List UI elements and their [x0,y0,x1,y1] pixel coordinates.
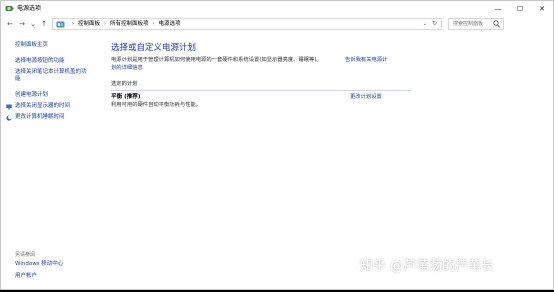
address-bar[interactable]: › 控制面板 › 所有控制面板项 › 电源选项 ⌄ ↻ [52,18,442,30]
title-bar: 电源选项 — ☐ ✕ [1,1,553,16]
search-icon[interactable] [493,20,500,28]
breadcrumb-separator: › [72,21,74,27]
sidebar-item-lid-close-cont[interactable]: 能 [15,76,21,83]
window-controls: — ☐ ✕ [487,1,553,16]
maximize-button[interactable]: ☐ [509,1,531,16]
sidebar-item-control-panel-home[interactable]: 控制面板主页 [15,42,48,49]
breadcrumb: › 控制面板 › 所有控制面板项 › 电源选项 [68,19,181,29]
address-dropdown-icon[interactable]: ⌄ [423,19,427,29]
breadcrumb-separator: › [104,21,107,27]
up-arrow-icon[interactable]: ↑ [39,19,49,29]
vertical-scrollbar[interactable] [513,31,521,289]
display-settings-icon [6,104,12,110]
plan-description: 利用可用的硬件自动平衡功耗与性能。 [111,102,202,108]
selected-plan-label: 选定的计划 [111,81,138,87]
navigation-bar: ← → ⌄ ↑ › 控制面板 › 所有控制面板项 › 电源选项 ⌄ ↻ 搜索控制… [1,17,553,31]
left-nav-panel: 控制面板主页 选择电源按钮的功能 选择关闭笔记本计算机盖的功 能 创建电源计划 … [1,31,101,289]
change-plan-settings-link[interactable]: 更改计划设置 [350,94,382,101]
learn-more-link-cont[interactable]: 划的详细信息 [111,65,143,72]
breadcrumb-all-items[interactable]: 所有控制面板项 [110,19,149,29]
close-button[interactable]: ✕ [531,1,553,16]
breadcrumb-separator: › [152,21,155,27]
minimize-button[interactable]: — [487,1,509,16]
sleep-settings-icon [6,115,12,121]
main-content: 选择或自定义电源计划 电源计划是用于管理计算机如何使用电源的一套硬件和系统设置(… [111,31,511,231]
window-title: 电源选项 [17,5,42,12]
search-placeholder: 搜索控制面板 [453,21,484,27]
sidebar-item-lid-close[interactable]: 选择关闭笔记本计算机盖的功 [15,69,87,76]
sidebar-item-power-button[interactable]: 选择电源按钮的功能 [15,58,65,65]
see-also-label: 另请参阅 [15,252,36,258]
search-input[interactable]: 搜索控制面板 [448,18,504,30]
sidebar-item-user-accounts[interactable]: 用户帐户 [15,273,37,280]
refresh-icon[interactable]: ↻ [432,19,437,29]
power-options-app-icon [5,6,14,11]
recent-locations-dropdown-icon[interactable]: ⌄ [28,19,38,29]
forward-arrow-icon[interactable]: → [17,19,27,29]
plan-name-balanced[interactable]: 平衡 (推荐) [111,94,140,101]
learn-more-link[interactable]: 告诉我有关电源计 [345,57,387,64]
sidebar-item-sleep-time[interactable]: 更改计算机睡眠时间 [15,114,65,121]
watermark: 知乎 @芦苇荡的芦苇长 [360,259,495,274]
sidebar-item-display-off[interactable]: 选择关闭显示器的时间 [15,103,70,110]
breadcrumb-power-options[interactable]: 电源选项 [159,19,181,29]
breadcrumb-control-panel[interactable]: 控制面板 [78,19,100,29]
sidebar-item-create-plan[interactable]: 创建电源计划 [15,92,48,99]
sidebar-item-windows-mobility-center[interactable]: Windows 移动中心 [15,261,63,268]
control-panel-icon [56,21,65,28]
section-divider [111,90,411,91]
power-options-window: 电源选项 — ☐ ✕ ← → ⌄ ↑ › 控制面板 › 所有控制面板项 › 电源… [0,0,554,290]
back-arrow-icon[interactable]: ← [5,19,15,29]
page-description: 电源计划是用于管理计算机如何使用电源的一套硬件和系统设置(如显示器亮度、睡眠等)… [111,57,322,63]
page-title: 选择或自定义电源计划 [111,43,197,53]
